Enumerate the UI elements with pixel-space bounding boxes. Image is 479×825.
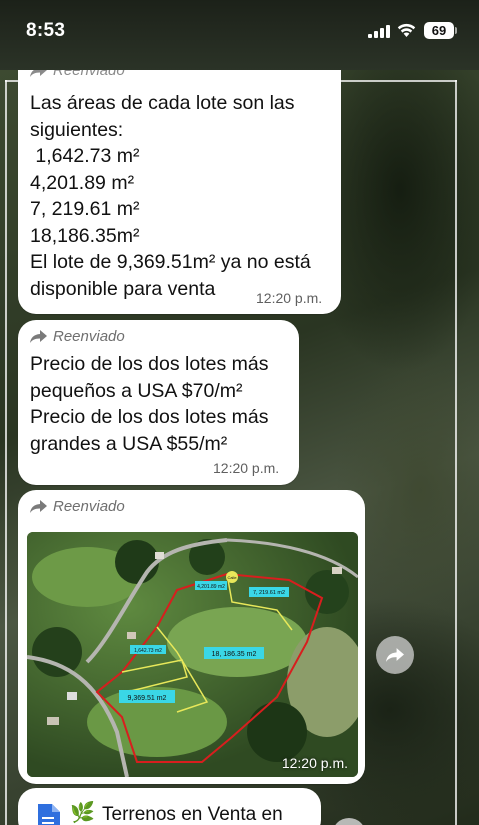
message-line: 1,642.73 m² [30,145,140,167]
lot-label: 1,642.73 m2 [134,648,162,654]
battery-level: 69 [424,22,454,39]
lot-label: 18, 186.35 m2 [212,651,257,658]
street-label: Calle [227,575,237,580]
aerial-lot-photo[interactable]: 4,201.89 m2 7, 219.61 m2 1,642.73 m2 18,… [27,532,358,777]
battery-tip [455,27,457,34]
message-line: pequeños a USA $70/m² [30,379,243,402]
message-timestamp: 12:20 p.m. [281,755,348,771]
forwarded-header: Reenviado [30,498,125,515]
message-timestamp: 12:20 p.m. [213,460,280,476]
message-line: Las áreas de cada lote son las [30,92,295,114]
cellular-signal-icon [368,25,390,38]
forward-icon [30,330,47,343]
message-line: El lote de 9,369.51m² ya no está [30,251,311,273]
forward-icon [30,500,47,513]
frame-border-right [455,80,457,825]
message-line: 4,201.89 m² [30,171,135,194]
forwarded-header: Reenviado [30,328,125,345]
share-icon [386,648,404,662]
lot-label: 7, 219.61 m2 [253,590,285,596]
share-button[interactable] [376,636,414,674]
message-line: 7, 219.61 m² [30,198,140,220]
document-title: Terrenos en Venta en [102,804,283,825]
message-line: Precio de los dos lotes más [30,353,269,375]
herb-emoji: 🌿 [70,802,95,824]
wifi-icon [397,23,416,37]
message-bubble[interactable]: Reenviado 4,201.89 m2 7, 219.61 m2 1,642… [18,490,365,784]
message-line: grandes a USA $55/m² [30,432,228,455]
lot-label: 9,369.51 m2 [128,695,167,702]
message-text: Precio de los dos lotes más pequeños a U… [30,351,268,457]
message-timestamp: 12:20 p.m. [256,290,323,306]
message-text: Las áreas de cada lote son las siguiente… [30,90,311,302]
message-bubble[interactable]: Reenviado Las áreas de cada lote son las… [18,70,341,314]
forwarded-label: Reenviado [53,328,125,345]
document-icon [38,804,60,825]
status-bar: 8:53 69 [0,0,479,70]
message-line: siguientes: [30,118,124,141]
message-line: 18,186.35m² [30,224,140,247]
message-bubble[interactable]: 🌿 Terrenos en Venta en [18,788,321,825]
message-bubble[interactable]: Reenviado Precio de los dos lotes más pe… [18,320,299,485]
message-line: Precio de los dos lotes más [30,406,269,428]
frame-border-left [5,80,7,825]
lot-label: 4,201.89 m2 [197,584,225,590]
forwarded-label: Reenviado [53,498,125,515]
aerial-map-image: 4,201.89 m2 7, 219.61 m2 1,642.73 m2 18,… [27,532,358,777]
status-time: 8:53 [26,20,66,41]
